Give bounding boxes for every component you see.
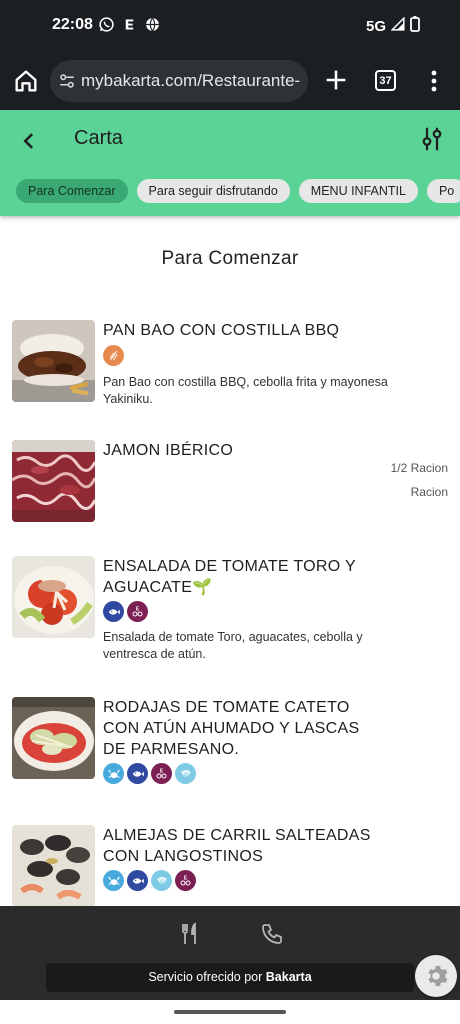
allergen-list: E <box>103 763 196 784</box>
gluten-allergen-icon <box>103 345 124 366</box>
dish-name: PAN BAO CON COSTILLA BBQ <box>103 322 340 339</box>
home-icon <box>15 70 37 92</box>
status-time: 22:08 <box>52 16 93 33</box>
service-footer: Servicio ofrecido por Bakarta <box>46 963 414 992</box>
network-type: 5G <box>365 17 386 35</box>
gesture-area <box>0 1000 460 1024</box>
battery-icon <box>410 16 420 36</box>
dish-name: ENSALADA DE TOMATE TORO Y AGUACATE🌱 <box>103 558 356 596</box>
section-title: Para Comenzar <box>161 248 299 269</box>
whatsapp-icon <box>98 16 115 33</box>
menu-item[interactable]: ALMEJAS DE CARRIL SALTEADAS CON LANGOSTI… <box>12 825 448 915</box>
dish-name: RODAJAS DE TOMATE CATETO CON ATÚN AHUMAD… <box>103 699 360 758</box>
page-title: Carta <box>74 127 123 149</box>
back-button[interactable] <box>14 126 44 156</box>
category-chip-po[interactable]: Po <box>426 179 460 203</box>
price-options: 1/2 Racion Racion <box>391 456 448 504</box>
dish-name: JAMON IBÉRICO <box>103 442 234 459</box>
site-settings-icon[interactable] <box>58 72 76 90</box>
dish-description: Pan Bao con costilla BBQ, cebolla frita … <box>103 375 388 406</box>
dish-photo <box>12 556 95 638</box>
fish-allergen-icon <box>127 870 148 891</box>
allergen-list <box>103 345 124 366</box>
more-vert-icon <box>431 70 437 92</box>
dish-description: Ensalada de tomate Toro, aguacates, cebo… <box>103 630 363 661</box>
dish-photo <box>12 320 95 402</box>
category-chip-para-comenzar[interactable]: Para Comenzar <box>16 179 128 203</box>
fish-allergen-icon <box>127 763 148 784</box>
menu-item[interactable]: ENSALADA DE TOMATE TORO Y AGUACATE🌱 E En… <box>12 556 448 666</box>
sulfites-allergen-icon: E <box>175 870 196 891</box>
gesture-handle[interactable] <box>174 1010 286 1014</box>
crustaceans-allergen-icon <box>103 763 124 784</box>
notification-icons <box>98 16 161 33</box>
url-text[interactable]: mybakarta.com/Restaurante- <box>81 71 300 91</box>
browser-menu-button[interactable] <box>424 67 444 95</box>
browser-toolbar: mybakarta.com/Restaurante- 37 <box>0 52 460 110</box>
home-button[interactable] <box>12 67 40 95</box>
dish-photo <box>12 440 95 522</box>
bottom-navigation: Servicio ofrecido por Bakarta <box>0 906 460 1000</box>
category-chip-menu-infantil[interactable]: MENU INFANTIL <box>298 179 418 203</box>
sulfites-allergen-icon: E <box>127 601 148 622</box>
system-status: 5G <box>366 16 420 36</box>
globe-icon <box>144 16 161 33</box>
service-brand[interactable]: Bakarta <box>266 970 312 984</box>
filter-sliders-icon <box>422 127 442 151</box>
molluscs-allergen-icon <box>151 870 172 891</box>
allergen-list: E <box>103 870 196 891</box>
category-chip-para-seguir-disfrutando[interactable]: Para seguir disfrutando <box>136 179 290 203</box>
menu-item[interactable]: JAMON IBÉRICO 1/2 Racion Racion <box>12 440 448 530</box>
phone-icon <box>262 924 282 944</box>
allergen-list: E <box>103 601 148 622</box>
signal-icon <box>390 16 405 35</box>
plus-icon <box>326 70 346 90</box>
molluscs-allergen-icon <box>175 763 196 784</box>
crustaceans-allergen-icon <box>103 870 124 891</box>
chevron-left-icon <box>23 133 34 149</box>
service-prefix: Servicio ofrecido por <box>148 970 263 984</box>
fork-knife-icon <box>182 922 196 944</box>
phone-nav-button[interactable] <box>260 922 284 946</box>
dish-name: ALMEJAS DE CARRIL SALTEADAS CON LANGOSTI… <box>103 827 371 865</box>
dish-photo <box>12 697 95 779</box>
new-tab-button[interactable] <box>322 66 350 94</box>
status-bar: 22:08 5G <box>0 0 460 52</box>
category-tabs: Para Comenzar Para seguir disfrutando ME… <box>16 179 460 203</box>
e-app-icon <box>121 16 138 33</box>
price-option-full: Racion <box>410 485 448 499</box>
menu-item[interactable]: RODAJAS DE TOMATE CATETO CON ATÚN AHUMAD… <box>12 697 448 797</box>
svg-text:E: E <box>160 768 164 774</box>
gear-icon <box>428 965 448 987</box>
app-header: Carta Para Comenzar Para seguir disfruta… <box>0 110 460 216</box>
dish-photo <box>12 825 95 907</box>
sulfites-allergen-icon: E <box>151 763 172 784</box>
menu-nav-button[interactable] <box>178 922 202 946</box>
menu-item[interactable]: PAN BAO CON COSTILLA BBQ Pan Bao con cos… <box>12 320 448 410</box>
filter-button[interactable] <box>417 124 447 154</box>
address-bar[interactable]: mybakarta.com/Restaurante- <box>50 60 308 102</box>
svg-text:E: E <box>136 606 140 612</box>
tab-switcher-button[interactable]: 37 <box>375 70 396 91</box>
settings-button[interactable] <box>415 955 457 997</box>
fish-allergen-icon <box>103 601 124 622</box>
svg-text:E: E <box>184 875 188 881</box>
price-option-half: 1/2 Racion <box>390 461 448 475</box>
